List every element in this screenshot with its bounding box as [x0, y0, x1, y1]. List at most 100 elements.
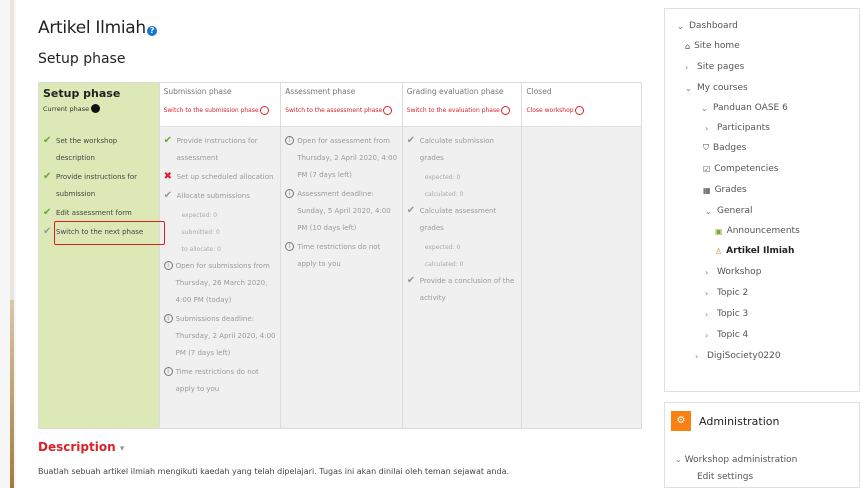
nav-item-label: Dashboard	[689, 21, 738, 31]
phase-name: Grading evaluation phase	[406, 87, 504, 96]
help-icon[interactable]: ?	[146, 26, 157, 36]
chevron-right-icon[interactable]: ›	[705, 124, 712, 133]
phase-setup-phase: Setup phase Current phase ✔ Set the worksho…	[39, 83, 160, 428]
chevron-right-icon[interactable]: ›	[705, 310, 712, 319]
cross-icon: ✖	[163, 171, 172, 182]
info-icon: i	[285, 136, 295, 145]
task-item: ✔ Provide instructions for assessment	[164, 133, 277, 167]
section-title: Setup phase	[38, 51, 126, 67]
phase-header: Assessment phase Switch to the assessment…	[281, 83, 402, 127]
nav-item-general[interactable]: ⌄ General	[705, 206, 752, 216]
task-item: ✔ Allocate submissions	[164, 188, 277, 205]
current-phase-indicator: Current phase	[43, 104, 155, 113]
administration-block: ⚙ Administration ⌄ Workshop administratio…	[664, 402, 860, 488]
task-item: i Time restrictions do not apply to you	[285, 239, 398, 273]
nav-item-site-pages[interactable]: › Site pages	[685, 62, 744, 72]
nav-item-site-home[interactable]: ⌂ Site home	[685, 41, 740, 51]
info-icon: i	[285, 189, 295, 198]
chevron-down-icon: ▾	[119, 444, 125, 454]
admin-item-edit-settings[interactable]: Edit settings	[697, 472, 753, 482]
switch-phase-icon[interactable]	[383, 106, 393, 115]
nav-item-badges[interactable]: ⛉ Badges	[703, 143, 746, 153]
switch-phase-link[interactable]: Switch to the submission phase	[164, 106, 277, 115]
switch-phase-label: Close workshop	[526, 107, 574, 114]
nav-item-topic-2[interactable]: › Topic 2	[705, 288, 748, 298]
task-label: Provide instructions for assessment	[176, 137, 258, 162]
nav-item-label: Badges	[713, 143, 747, 153]
grades-icon: ▦	[703, 185, 711, 195]
task-label: Set the workshop description	[56, 137, 118, 162]
nav-item-my-courses[interactable]: ⌄ My courses	[685, 83, 748, 93]
info-icon: i	[285, 242, 295, 251]
forum-icon: ▣	[715, 226, 723, 236]
left-edge-strip	[0, 0, 16, 488]
nav-item-label: Topic 3	[717, 309, 749, 319]
phase-grading-evaluation-phase: Grading evaluation phase Switch to the ev…	[402, 83, 523, 428]
phase-name: Setup phase	[43, 87, 121, 100]
phase-submission-phase: Submission phase Switch to the submission…	[159, 83, 282, 428]
task-item[interactable]: ✔ Edit assessment form	[43, 205, 155, 222]
badge-icon: ⛉	[703, 143, 709, 152]
phase-header: Grading evaluation phase Switch to the ev…	[402, 83, 522, 127]
task-item: i Submissions deadline: Thursday, 2 April…	[163, 311, 277, 362]
admin-item-workshop-administration[interactable]: ⌄ Workshop administration	[675, 455, 797, 465]
task-item: ✔ Provide a conclusion of the activity	[407, 273, 518, 307]
nav-item-artikel-ilmiah[interactable]: ♙ Artikel Ilmiah	[715, 246, 794, 256]
check-icon: ✔	[43, 171, 52, 182]
task-item: i Open for submissions from Thursday, 26 …	[163, 258, 277, 309]
task-label: Provide instructions for submission	[56, 173, 138, 198]
phase-tasks	[522, 127, 641, 133]
nav-item-panduan-oase-6[interactable]: ⌄ Panduan OASE 6	[701, 103, 788, 113]
task-item: i Open for assessment from Thursday, 2 Ap…	[285, 133, 398, 184]
nav-item-competencies[interactable]: ☑ Competencies	[703, 164, 778, 174]
task-detail: expected: 0	[181, 212, 218, 219]
phase-assessment-phase: Assessment phase Switch to the assessment…	[281, 83, 403, 428]
chevron-right-icon[interactable]: ›	[685, 63, 692, 72]
nav-item-label: Participants	[717, 123, 770, 133]
task-item[interactable]: ✔ Set the workshop description	[43, 133, 155, 167]
chevron-down-icon[interactable]: ⌄	[705, 207, 712, 216]
chevron-right-icon[interactable]: ›	[705, 289, 712, 298]
task-label: Time restrictions do not apply to you	[175, 368, 259, 393]
chevron-right-icon[interactable]: ›	[705, 268, 712, 277]
nav-item-topic-3[interactable]: › Topic 3	[705, 309, 748, 319]
chevron-down-icon[interactable]: ⌄	[677, 22, 684, 31]
task-detail: calculated: 0	[424, 261, 464, 268]
chevron-right-icon[interactable]: ›	[695, 352, 702, 361]
chevron-right-icon[interactable]: ›	[705, 331, 712, 340]
task-item: ✖ Set up scheduled allocation	[164, 169, 277, 186]
chevron-down-icon[interactable]: ⌄	[701, 104, 708, 113]
home-icon: ⌂	[685, 41, 691, 51]
task-label: Provide a conclusion of the activity	[419, 277, 515, 302]
switch-phase-icon[interactable]	[259, 106, 269, 115]
nav-item-label: Topic 2	[717, 288, 749, 298]
switch-phase-link[interactable]: Switch to the evaluation phase	[407, 106, 518, 115]
main-content: Artikel Ilmiah? Setup phase Setup phase C…	[38, 0, 642, 488]
task-label: Edit assessment form	[56, 209, 132, 217]
task-item: i Assessment deadline: Sunday, 5 April 20…	[285, 186, 398, 237]
nav-item-workshop[interactable]: › Workshop	[705, 267, 761, 277]
nav-item-label: Site home	[694, 41, 740, 51]
task-label: Set up scheduled allocation	[176, 173, 274, 181]
nav-item-grades[interactable]: ▦ Grades	[703, 185, 747, 195]
switch-phase-icon[interactable]	[500, 106, 510, 115]
competencies-icon: ☑	[703, 164, 711, 174]
nav-item-participants[interactable]: › Participants	[705, 123, 770, 133]
switch-phase-link[interactable]: Close workshop	[526, 106, 637, 115]
description-heading[interactable]: Description ▾	[38, 440, 124, 454]
task-label: Open for submissions from Thursday, 26 M…	[175, 262, 270, 304]
task-item[interactable]: ✔ Provide instructions for submission	[43, 169, 155, 203]
nav-item-label: Grades	[714, 185, 747, 195]
nav-item-dashboard[interactable]: ⌄ Dashboard	[677, 21, 738, 31]
nav-item-announcements[interactable]: ▣ Announcements	[715, 226, 800, 236]
nav-item-topic-4[interactable]: › Topic 4	[705, 330, 748, 340]
switch-phase-label: Switch to the evaluation phase	[406, 107, 500, 114]
chevron-down-icon[interactable]: ⌄	[685, 84, 692, 93]
switch-phase-icon[interactable]	[574, 106, 584, 115]
navigation-block: ⌄ Dashboard ⌂ Site home › Site pages ⌄ My cours…	[664, 8, 860, 392]
nav-item-digisociety0220[interactable]: › DigiSociety0220	[695, 351, 781, 361]
administration-header: ⚙ Administration	[671, 411, 780, 431]
info-icon: i	[163, 261, 173, 270]
switch-phase-link[interactable]: Switch to the assessment phase	[285, 106, 398, 115]
task-detail: expected: 0	[424, 174, 461, 181]
